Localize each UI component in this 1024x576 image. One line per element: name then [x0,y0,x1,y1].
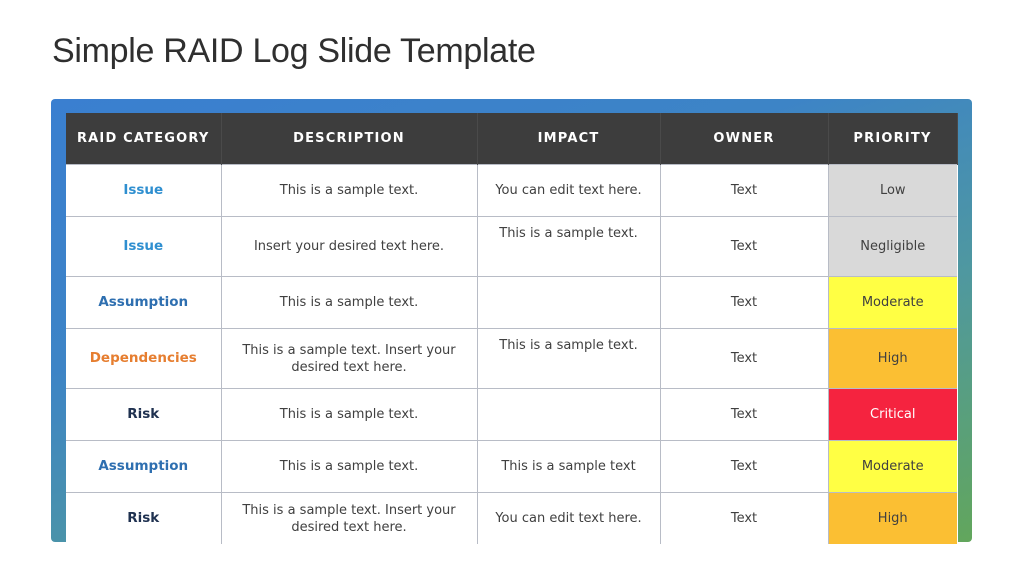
table-row: Risk This is a sample text. Text Critical [66,388,957,441]
header-owner: OWNER [660,113,829,165]
description-cell[interactable]: This is a sample text. [220,276,478,329]
header-impact: IMPACT [477,113,661,165]
header-priority: PRIORITY [828,113,958,165]
table-header-row: RAID CATEGORY DESCRIPTION IMPACT OWNER P… [66,113,958,165]
owner-cell[interactable]: Text [659,492,829,544]
priority-cell[interactable]: Low [827,164,957,217]
impact-cell[interactable] [476,388,661,441]
description-cell[interactable]: This is a sample text. Insert your desir… [220,492,478,544]
category-cell[interactable]: Assumption [66,276,222,329]
category-cell[interactable]: Dependencies [66,328,222,389]
header-description: DESCRIPTION [221,113,478,165]
owner-cell[interactable]: Text [659,328,829,389]
category-cell[interactable]: Assumption [66,440,222,493]
impact-cell[interactable]: You can edit text here. [476,164,661,217]
priority-cell[interactable]: High [827,492,957,544]
impact-cell[interactable]: This is a sample text. [476,216,661,277]
impact-cell[interactable] [476,276,661,329]
table-row: Issue This is a sample text. You can edit … [66,164,957,217]
priority-cell[interactable]: High [827,328,957,389]
description-cell[interactable]: This is a sample text. [220,164,478,217]
table-row: Issue Insert your desired text here. This … [66,216,957,277]
table-row: Assumption This is a sample text. This is … [66,440,957,493]
table-body: Issue This is a sample text. You can edit … [66,164,957,544]
priority-cell[interactable]: Moderate [827,276,957,329]
description-cell[interactable]: This is a sample text. [220,388,478,441]
table-row: Dependencies This is a sample text. Inser… [66,328,957,389]
category-cell[interactable]: Issue [66,216,222,277]
priority-cell[interactable]: Critical [827,388,957,441]
impact-cell[interactable]: This is a sample text [476,440,661,493]
impact-cell[interactable]: You can edit text here. [476,492,661,544]
description-cell[interactable]: This is a sample text. [220,440,478,493]
category-cell[interactable]: Risk [66,388,222,441]
priority-cell[interactable]: Negligible [827,216,957,277]
owner-cell[interactable]: Text [659,388,829,441]
priority-cell[interactable]: Moderate [827,440,957,493]
table-row: Risk This is a sample text. Insert your d… [66,492,957,544]
category-cell[interactable]: Risk [66,492,222,544]
header-raid-category: RAID CATEGORY [66,113,222,165]
owner-cell[interactable]: Text [659,276,829,329]
description-cell[interactable]: This is a sample text. Insert your desir… [220,328,478,389]
table-row: Assumption This is a sample text. Text Mode… [66,276,957,329]
owner-cell[interactable]: Text [659,216,829,277]
slide-title: Simple RAID Log Slide Template [52,32,536,70]
category-cell[interactable]: Issue [66,164,222,217]
description-cell[interactable]: Insert your desired text here. [220,216,478,277]
impact-cell[interactable]: This is a sample text. [476,328,661,389]
owner-cell[interactable]: Text [659,440,829,493]
owner-cell[interactable]: Text [659,164,829,217]
raid-log-table: RAID CATEGORY DESCRIPTION IMPACT OWNER P… [66,113,958,544]
